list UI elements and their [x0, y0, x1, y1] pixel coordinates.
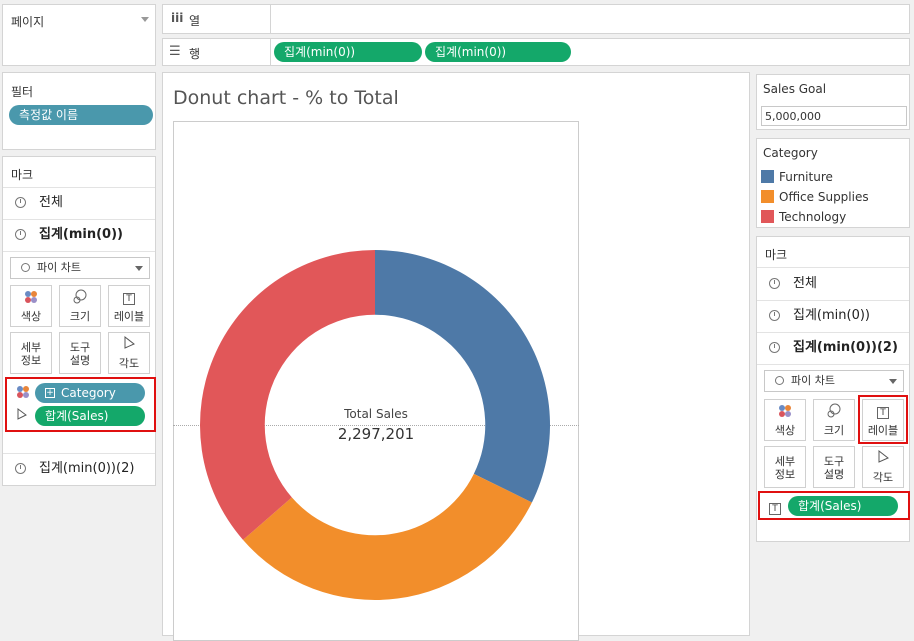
chevron-down-icon [135, 266, 143, 271]
marks-layer1-label: 집계(min(0)) [793, 308, 870, 323]
rows-pill-1[interactable]: 집계(min(0)) [274, 42, 422, 62]
detail-label-2: 정보 [774, 468, 796, 481]
highlight-box [858, 395, 908, 444]
size-icon [60, 289, 100, 309]
mark-type-label: 파이 차트 [791, 374, 835, 387]
detail-label-1: 세부 [20, 341, 42, 354]
highlight-box [758, 491, 910, 520]
marks-all-label: 전체 [793, 276, 817, 291]
donut-slice-technology[interactable] [200, 250, 375, 540]
rows-shelf[interactable]: ☰ 행 집계(min(0)) 집계(min(0)) [162, 38, 910, 66]
center-value: 2,297,201 [337, 425, 415, 443]
detail-button[interactable]: 세부 정보 [764, 446, 806, 488]
marks-layer1-row[interactable]: 집계(min(0)) [3, 220, 155, 250]
legend-label: Office Supplies [779, 190, 869, 204]
marks-all-row[interactable]: 전체 [757, 269, 909, 299]
angle-button[interactable]: 각도 [108, 332, 150, 374]
pie-icon [21, 263, 30, 272]
size-button[interactable]: 크기 [813, 399, 855, 441]
angle-button[interactable]: 각도 [862, 446, 904, 488]
color-label: 색상 [774, 424, 796, 437]
marks-all-row[interactable]: 전체 [3, 188, 155, 218]
filters-card: 필터 측정값 이름 [2, 72, 156, 150]
angle-icon [109, 335, 149, 354]
legend-swatch [761, 170, 774, 183]
pages-title: 페이지 [11, 15, 45, 29]
marks-layer2-label: 집계(min(0))(2) [793, 340, 898, 355]
filter-pill-measure-names[interactable]: 측정값 이름 [9, 105, 153, 125]
size-button[interactable]: 크기 [59, 285, 101, 327]
color-icon [11, 289, 51, 309]
legend-title: Category [763, 146, 818, 160]
size-label: 크기 [69, 310, 91, 323]
donut-slice-furniture[interactable] [375, 250, 550, 503]
rows-label: 행 [189, 47, 201, 61]
sheet-title: Donut chart - % to Total [173, 87, 399, 109]
center-label: Total Sales [344, 407, 408, 421]
marks-layer2-row[interactable]: 집계(min(0))(2) [3, 454, 155, 484]
donut-chart [200, 250, 550, 600]
marks-title: 마크 [11, 168, 34, 182]
marks-card-left: 마크 전체 집계(min(0)) 파이 차트 색상 크기 T 레이블 세부 정보 [2, 156, 156, 486]
rows-pill-2[interactable]: 집계(min(0)) [425, 42, 571, 62]
chevron-down-icon[interactable] [141, 17, 149, 22]
pie-icon [775, 376, 784, 385]
color-button[interactable]: 색상 [764, 399, 806, 441]
legend-swatch [761, 210, 774, 223]
tooltip-label-2: 설명 [823, 468, 845, 481]
angle-label: 각도 [872, 471, 894, 484]
mark-type-dropdown[interactable]: 파이 차트 [10, 257, 150, 279]
sales-goal-card: Sales Goal [756, 74, 910, 130]
tooltip-button[interactable]: 도구 설명 [813, 446, 855, 488]
sheet-canvas: Donut chart - % to Total Total Sales 2,2… [162, 72, 750, 641]
chevron-down-icon [889, 379, 897, 384]
size-label: 크기 [823, 424, 845, 437]
columns-icon: iii [171, 11, 184, 25]
sales-goal-input[interactable] [761, 106, 907, 126]
marks-layer2-row[interactable]: 집계(min(0))(2) [757, 333, 909, 363]
legend-label: Technology [779, 210, 847, 224]
marks-card-right: 마크 전체 집계(min(0)) 집계(min(0))(2) 파이 차트 색상 … [756, 236, 910, 542]
pie-icon [769, 342, 780, 353]
sales-goal-title: Sales Goal [763, 82, 827, 96]
detail-label-1: 세부 [774, 455, 796, 468]
marks-layer2-label: 집계(min(0))(2) [39, 461, 135, 476]
category-legend: Category Furniture Office Supplies Techn… [756, 138, 910, 228]
label-label: 레이블 [113, 310, 145, 323]
marks-all-label: 전체 [39, 195, 63, 210]
highlight-box [5, 377, 156, 432]
marks-layer1-row[interactable]: 집계(min(0)) [757, 301, 909, 331]
mark-type-label: 파이 차트 [37, 261, 81, 274]
detail-label-2: 정보 [20, 354, 42, 367]
mark-type-dropdown[interactable]: 파이 차트 [764, 370, 904, 392]
color-label: 색상 [20, 310, 42, 323]
marks-layer1-label: 집계(min(0)) [39, 227, 123, 242]
angle-label: 각도 [118, 357, 140, 370]
color-icon [765, 403, 805, 423]
filters-title: 필터 [11, 85, 34, 99]
pie-icon [15, 229, 26, 240]
columns-label: 열 [189, 14, 201, 28]
size-icon [814, 403, 854, 423]
rows-icon: ☰ [169, 44, 181, 59]
marks-title: 마크 [765, 248, 788, 262]
pie-icon [15, 463, 26, 474]
detail-button[interactable]: 세부 정보 [10, 332, 52, 374]
tooltip-button[interactable]: 도구 설명 [59, 332, 101, 374]
tooltip-label-1: 도구 [69, 341, 91, 354]
legend-label: Furniture [779, 170, 833, 184]
angle-icon [863, 449, 903, 468]
legend-swatch [761, 190, 774, 203]
tooltip-label-1: 도구 [823, 455, 845, 468]
pie-icon [15, 197, 26, 208]
pages-card[interactable]: 페이지 [2, 4, 156, 66]
color-button[interactable]: 색상 [10, 285, 52, 327]
pie-icon [769, 310, 780, 321]
columns-shelf[interactable]: iii 열 [162, 4, 910, 34]
pie-icon [769, 278, 780, 289]
label-button[interactable]: T 레이블 [108, 285, 150, 327]
tooltip-label-2: 설명 [69, 354, 91, 367]
text-label-icon: T [109, 289, 149, 305]
